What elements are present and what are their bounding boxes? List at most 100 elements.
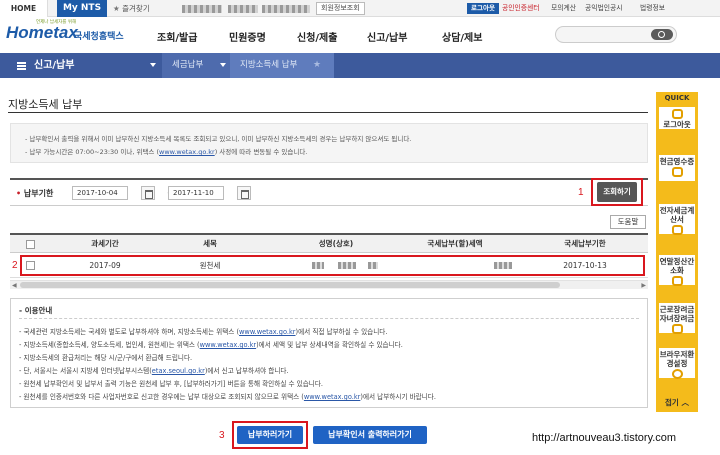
quick-collapse[interactable]: 접기 ︿ xyxy=(656,397,698,408)
col-period: 과세기간 xyxy=(91,239,119,248)
my-info-button[interactable]: 회원정보조회 xyxy=(316,2,365,15)
guide-text: )에서 직접 납부하실 수 있습니다. xyxy=(295,328,388,336)
table-header: 과세기간 세목 성명(상호) 국세납부(할)세액 국세납부기한 xyxy=(10,233,648,253)
guide-text: - 지방소득세(종합소득세, 양도소득세, 법인세, 원천세)는 위택스 ( xyxy=(19,341,200,349)
guide-line: - 지방소득세(종합소득세, 양도소득세, 법인세, 원천세)는 위택스 (ww… xyxy=(19,339,403,349)
quick-label: 브라우저환경설정 xyxy=(659,350,695,368)
gear-icon xyxy=(671,369,683,379)
quick-label: 로그아웃 xyxy=(663,120,691,129)
breadcrumb-local-income-tax[interactable]: 지방소득세 납부 xyxy=(240,53,297,78)
guide-line: - 지방소득세의 환급처리는 해당 시/군/구에서 환급해 드립니다. xyxy=(19,352,192,362)
receipt-icon xyxy=(671,167,683,177)
annotation-number-1: 1 xyxy=(578,187,584,198)
hometax-logo[interactable]: Hometax 언제나 납세자를 위해 국세청홈택스 xyxy=(6,20,124,43)
scroll-thumb[interactable] xyxy=(20,282,560,288)
star-icon: ★ xyxy=(113,4,120,13)
gnb-report-pay[interactable]: 신고/납부 xyxy=(367,29,407,44)
search-icon[interactable] xyxy=(651,29,673,40)
help-button[interactable]: 도움말 xyxy=(610,215,646,229)
wetax-link[interactable]: www.wetax.go.kr xyxy=(304,393,360,401)
family-icon xyxy=(671,324,683,334)
quick-title: QUICK xyxy=(664,94,690,102)
divider xyxy=(8,112,648,113)
favorites-label: 즐겨찾기 xyxy=(122,4,150,13)
due-date-label: • 납부기한 xyxy=(16,188,53,199)
gnb-consult[interactable]: 상담/제보 xyxy=(442,29,482,44)
guide-text: - 원천세를 인증서번호와 다른 사업자번호로 신고한 경우에는 납부 대상으로… xyxy=(19,393,304,401)
menu-bar: 신고/납부 세금납부 지방소득세 납부 ★ xyxy=(0,53,720,78)
quick-label: 근로장려금자녀장려금 xyxy=(659,305,695,323)
star-icon[interactable]: ★ xyxy=(313,53,321,78)
mynts-link[interactable]: My NTS xyxy=(57,0,107,17)
guide-text: - 국세관련 지방소득세는 국세와 별도로 납부하셔야 하며, 지방소득세는 위… xyxy=(19,328,240,336)
quick-incentive[interactable]: 근로장려금자녀장려금 xyxy=(659,303,695,334)
breadcrumb-tax-payment[interactable]: 세금납부 xyxy=(172,53,203,78)
wetax-link[interactable]: www.wetax.go.kr xyxy=(200,341,256,349)
power-icon xyxy=(671,109,683,119)
top-bar: HOME My NTS ★ 즐겨찾기 회원정보조회 로그아웃 공인인증센터 모의… xyxy=(0,0,720,17)
cert-center-link[interactable]: 공인인증센터 xyxy=(502,0,540,17)
quick-e-invoice[interactable]: 전자세금계산서 xyxy=(659,204,695,235)
hamburger-icon[interactable] xyxy=(17,62,26,70)
service-name: 국세청홈택스 xyxy=(74,32,124,42)
logout-button[interactable]: 로그아웃 xyxy=(467,3,499,14)
usage-guide: - 이용안내 - 국세관련 지방소득세는 국세와 별도로 납부하셔야 하며, 지… xyxy=(10,298,648,408)
wetax-link[interactable]: www.wetax.go.kr xyxy=(159,148,215,156)
nav-title[interactable]: 신고/납부 xyxy=(34,53,74,78)
quick-cash-receipt[interactable]: 현금영수증 xyxy=(659,155,695,181)
start-date-input[interactable] xyxy=(72,186,128,200)
calendar-icon[interactable] xyxy=(141,186,155,200)
notice-line: - 납부확인서 출력을 위해서 이미 납부하신 지방소득세 목록도 조회되고 있… xyxy=(25,135,412,143)
guide-line: - 원천세를 인증서번호와 다른 사업자번호로 신고한 경우에는 납부 대상으로… xyxy=(19,391,436,401)
chevron-down-icon[interactable] xyxy=(150,63,156,67)
watermark: http://artnouveau3.tistory.com xyxy=(532,432,677,444)
home-link[interactable]: HOME xyxy=(0,0,48,17)
annotation-box-2 xyxy=(20,255,645,276)
select-all-checkbox[interactable] xyxy=(26,240,35,249)
page-title: 지방소득세 납부 xyxy=(8,98,83,111)
annotation-number-3: 3 xyxy=(219,430,225,441)
col-tax-item: 세목 xyxy=(203,239,217,248)
col-due-date: 국세납부기한 xyxy=(564,239,606,248)
gnb-certificate[interactable]: 민원증명 xyxy=(229,29,266,44)
gnb-apply[interactable]: 신청/제출 xyxy=(297,29,337,44)
chevron-down-icon[interactable] xyxy=(220,63,226,67)
redacted-user xyxy=(228,5,258,13)
quick-logout[interactable]: 로그아웃 xyxy=(659,107,695,129)
gnb-inquiry[interactable]: 조회/발급 xyxy=(157,29,197,44)
calendar-icon[interactable] xyxy=(237,186,251,200)
notice-box: - 납부확인서 출력을 위해서 이미 납부하신 지방소득세 목록도 조회되고 있… xyxy=(10,123,648,163)
law-info-link[interactable]: 법령정보 xyxy=(640,0,665,17)
search-input[interactable] xyxy=(555,26,677,43)
mock-calc-link[interactable]: 모의계산 xyxy=(551,0,576,17)
due-date-label-text: 납부기한 xyxy=(23,189,54,198)
quick-label: 현금영수증 xyxy=(659,157,695,166)
quick-browser-settings[interactable]: 브라우저환경설정 xyxy=(659,348,695,379)
guide-line: - 원천세 납부확인서 및 납부서 출력 기능은 원천세 납부 후, [납부하러… xyxy=(19,378,323,388)
guide-text: - 지방소득세의 환급처리는 해당 시/군/구에서 환급해 드립니다. xyxy=(19,354,193,362)
scroll-left-icon[interactable]: ◀ xyxy=(12,282,17,289)
annotation-box-3 xyxy=(232,421,308,449)
guide-title: - 이용안내 xyxy=(19,306,53,315)
quick-label: 전자세금계산서 xyxy=(659,206,695,224)
required-icon: • xyxy=(16,189,22,198)
print-receipt-button[interactable]: 납부확인서 출력하러가기 xyxy=(313,426,427,444)
redacted-user xyxy=(182,5,222,13)
horizontal-scrollbar[interactable]: ◀ ▶ xyxy=(10,280,648,289)
notice-text: - 납부 가능시간은 07:00~23:30 이나, 위택스 ( xyxy=(25,148,160,156)
wetax-link[interactable]: www.wetax.go.kr xyxy=(239,328,295,336)
col-tax-amount: 국세납부(할)세액 xyxy=(427,239,483,248)
guide-text: - 원천세 납부확인서 및 납부서 출력 기능은 원천세 납부 후, [납부하러… xyxy=(19,380,324,388)
scroll-right-icon[interactable]: ▶ xyxy=(641,282,646,289)
quick-close-label: 접기 xyxy=(665,398,679,407)
favorites-link[interactable]: ★ 즐겨찾기 xyxy=(113,0,150,17)
public-disclosure-link[interactable]: 공익법인공시 xyxy=(585,0,623,17)
seoul-etax-link[interactable]: etax.seoul.go.kr xyxy=(152,367,205,375)
redacted-user xyxy=(262,5,310,13)
logo-tagline: 언제나 납세자를 위해 xyxy=(36,20,77,25)
end-date-input[interactable] xyxy=(168,186,224,200)
annotation-box-1 xyxy=(591,178,643,206)
quick-year-end[interactable]: 연말정산간소화 xyxy=(659,255,695,286)
chevron-up-icon: ︿ xyxy=(681,398,689,407)
notice-text: ) 사정에 따라 변동될 수 있습니다. xyxy=(214,148,308,156)
